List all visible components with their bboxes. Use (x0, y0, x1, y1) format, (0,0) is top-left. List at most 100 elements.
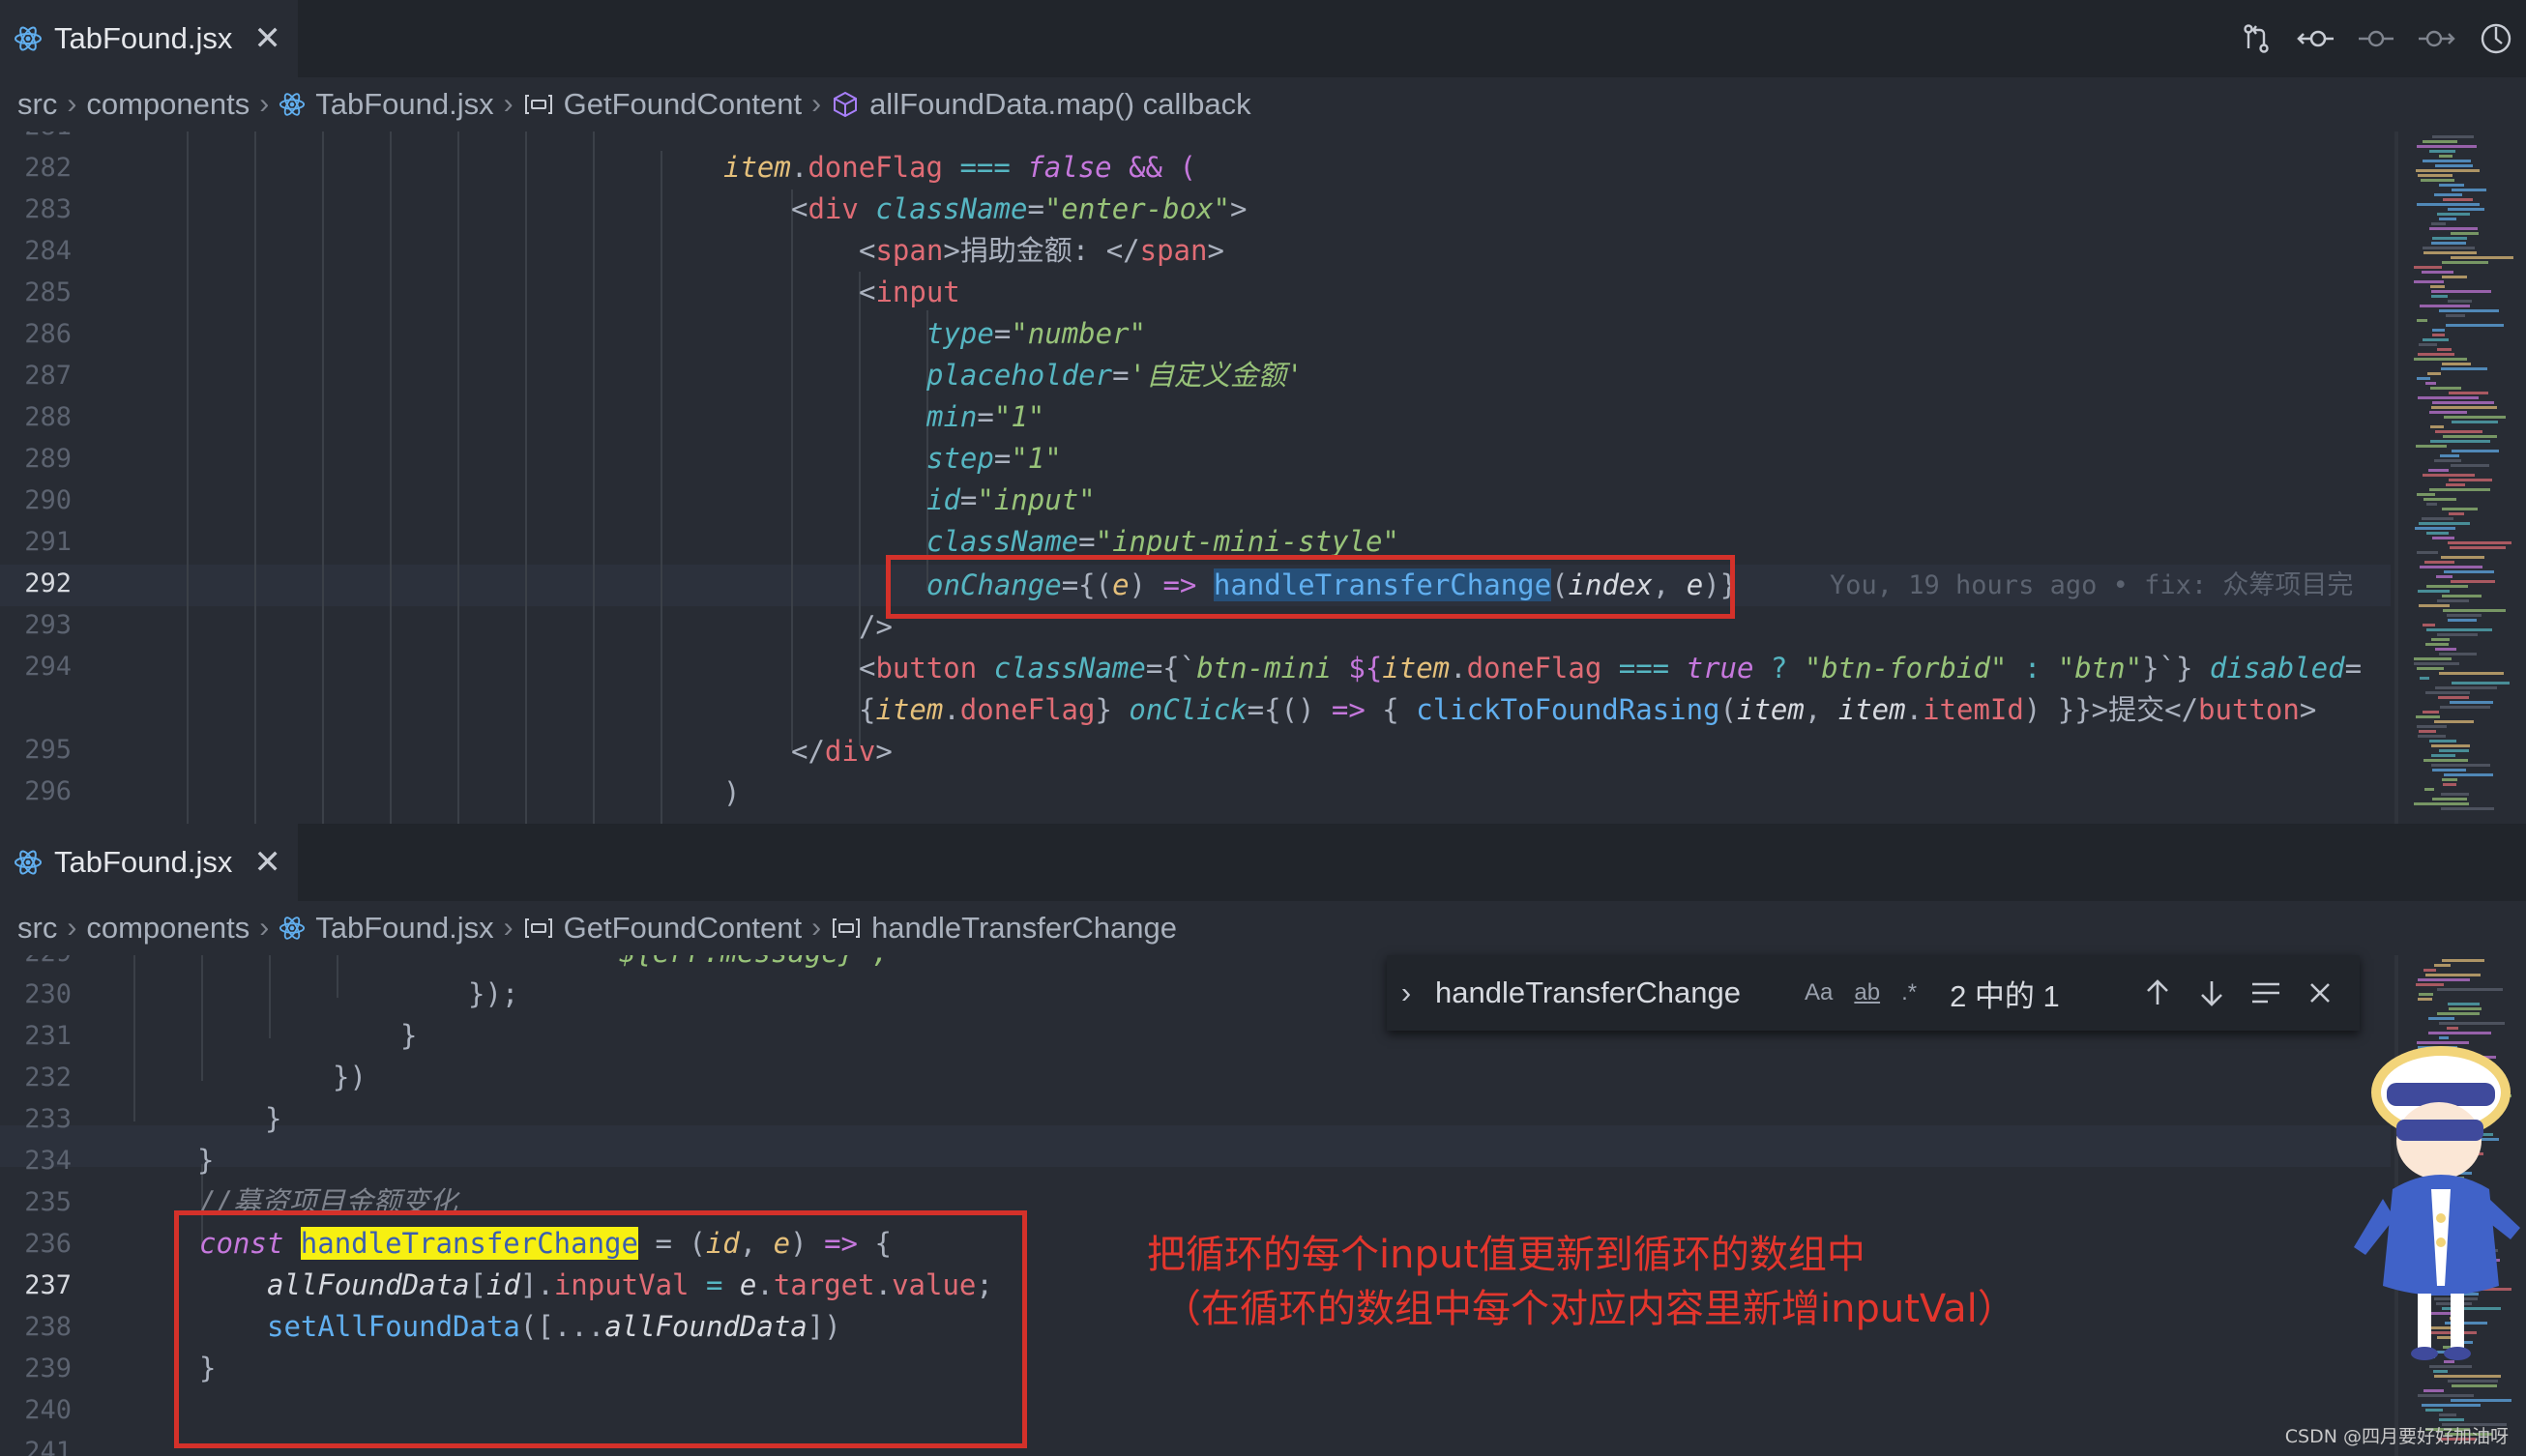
minimap-line (2414, 266, 2442, 269)
breadcrumb-components[interactable]: components (86, 87, 250, 122)
minimap-line (2420, 566, 2482, 568)
minimap-line (2439, 184, 2464, 187)
code-editor-top[interactable]: 2812822832842852862872882892902912922932… (0, 131, 2526, 824)
minimap-line (2437, 1012, 2480, 1015)
minimap-line (2452, 1384, 2497, 1387)
match-case-toggle[interactable]: Aa (1805, 979, 1833, 1006)
tab-tabfound-jsx[interactable]: TabFound.jsx ✕ (0, 0, 298, 77)
minimap-line (2442, 595, 2482, 597)
arrow-down-icon[interactable] (2191, 978, 2232, 1007)
minimap-line (2449, 479, 2492, 481)
code-line-286: type="number" (926, 317, 1146, 350)
variable-symbol-icon (523, 917, 554, 940)
minimap-line (2418, 978, 2470, 981)
minimap-line (2432, 537, 2454, 539)
find-input[interactable]: handleTransferChange (1435, 976, 1783, 1010)
react-file-icon (279, 915, 306, 942)
minimap-line (2425, 1409, 2443, 1412)
minimap-line (2439, 155, 2453, 158)
breadcrumb-src[interactable]: src (17, 911, 57, 946)
minimap-line (2441, 556, 2484, 559)
minimap-line (2422, 517, 2453, 520)
minimap-line (2426, 503, 2437, 506)
minimap-line (2419, 730, 2436, 733)
git-commit-previous-icon[interactable] (2286, 0, 2346, 77)
chevron-right-icon: › (811, 88, 822, 120)
breadcrumb-src[interactable]: src (17, 87, 57, 122)
minimap-line (2429, 411, 2467, 414)
code-line-284: <span>捐助金额: </span> (859, 234, 1224, 267)
minimap[interactable] (2398, 131, 2526, 824)
code-line-296: ) (723, 776, 741, 809)
minimap-line (2420, 305, 2470, 307)
editor-actions (2226, 0, 2526, 77)
timeline-icon[interactable] (2466, 0, 2526, 77)
minimap-line (2424, 788, 2434, 791)
breadcrumb-function[interactable]: GetFoundContent (564, 87, 802, 122)
breadcrumb: src › components › TabFound.jsx › GetFou… (0, 77, 2526, 131)
minimap-line (2443, 609, 2506, 612)
minimap-line (2434, 193, 2462, 196)
watermark: CSDN @四月要好好加油呀 (2284, 1426, 2509, 1447)
breadcrumb-file[interactable]: TabFound.jsx (315, 87, 493, 122)
minimap-line (2437, 988, 2503, 991)
chevron-right-icon[interactable]: › (1387, 976, 1425, 1010)
minimap-line (2424, 561, 2454, 564)
minimap-line (2429, 488, 2490, 491)
code-line-295: </div> (791, 735, 893, 768)
compare-changes-icon[interactable] (2226, 0, 2286, 77)
annotation-line-1: 把循环的每个input值更新到循环的数组中 (1147, 1233, 1865, 1277)
minimap-line (2423, 247, 2475, 249)
git-commit-next-icon[interactable] (2406, 0, 2466, 77)
minimap-line (2423, 1389, 2444, 1392)
minimap-line (2448, 1003, 2480, 1005)
close-icon[interactable]: ✕ (253, 843, 281, 882)
whole-word-toggle[interactable]: ab (1854, 979, 1880, 1006)
minimap-line (2418, 174, 2453, 177)
minimap-line (2432, 769, 2466, 772)
minimap-line (2449, 512, 2464, 515)
minimap-line (2439, 309, 2499, 312)
minimap-line (2431, 744, 2470, 747)
minimap-line (2418, 590, 2450, 593)
code-line-287: placeholder='自定义金额' (926, 359, 1304, 392)
minimap-line (2437, 633, 2478, 636)
breadcrumb-function[interactable]: GetFoundContent (564, 911, 802, 946)
breadcrumb-callback[interactable]: allFoundData.map() callback (869, 87, 1251, 122)
minimap-line (2417, 667, 2444, 670)
breadcrumb-file[interactable]: TabFound.jsx (315, 911, 493, 946)
minimap-line (2431, 406, 2497, 409)
minimap-line (2418, 1394, 2474, 1397)
git-commit-icon[interactable] (2346, 0, 2406, 77)
minimap-line (2423, 160, 2471, 162)
tab-bar: TabFound.jsx ✕ (0, 824, 2526, 901)
minimap-line (2423, 251, 2477, 254)
close-icon[interactable]: ✕ (253, 19, 281, 58)
minimap-line (2450, 701, 2493, 704)
annotation-line-2: （在循环的数组中每个对应内容里新增inputVal） (1162, 1287, 2016, 1331)
minimap-line (2429, 227, 2478, 230)
regex-toggle[interactable]: .* (1901, 979, 1917, 1006)
find-in-selection-icon[interactable] (2246, 980, 2286, 1005)
minimap-line (2425, 974, 2481, 976)
minimap-line (2432, 237, 2467, 240)
minimap-line (2442, 508, 2478, 510)
minimap-line (2452, 682, 2510, 684)
arrow-up-icon[interactable] (2137, 978, 2178, 1007)
minimap-line (2414, 280, 2444, 283)
minimap-line (2422, 1404, 2481, 1407)
git-blame-annotation: You, 19 hours ago • fix: 众筹项目完 (1830, 570, 2354, 600)
tab-tabfound-jsx[interactable]: TabFound.jsx ✕ (0, 824, 298, 901)
breadcrumb-components[interactable]: components (86, 911, 250, 946)
minimap-line (2419, 522, 2470, 525)
minimap-line (2441, 367, 2487, 370)
breadcrumb-handler[interactable]: handleTransferChange (871, 911, 1177, 946)
minimap-line (2448, 619, 2477, 622)
minimap-line (2425, 643, 2449, 646)
minimap-line (2447, 1027, 2458, 1030)
minimap-line (2439, 1413, 2456, 1416)
minimap-line (2439, 749, 2469, 752)
minimap-line (2431, 222, 2446, 225)
close-icon[interactable] (2300, 980, 2340, 1005)
minimap-line (2451, 1399, 2511, 1402)
